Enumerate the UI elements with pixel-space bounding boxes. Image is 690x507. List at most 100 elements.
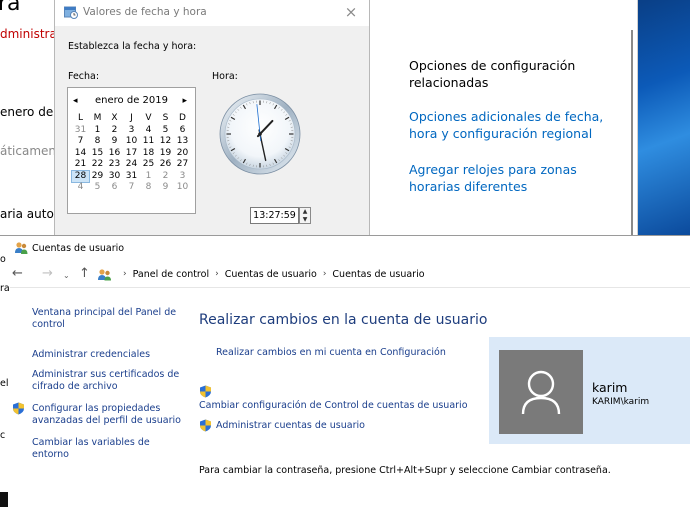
breadcrumb-user-accounts[interactable]: Cuentas de usuario [225, 268, 317, 281]
calendar-day[interactable]: 13 [174, 136, 191, 148]
analog-clock [219, 93, 301, 175]
calendar-weekday-row: LMX J VSD [72, 113, 191, 125]
calendar-day[interactable]: 9 [106, 136, 123, 148]
recent-locations-icon[interactable]: ⌄ [63, 269, 70, 283]
calendar-day[interactable]: 26 [157, 159, 174, 171]
calendar-day[interactable]: 10 [123, 136, 140, 148]
breadcrumb-separator-icon: › [123, 269, 127, 279]
sidebar-item-env-vars[interactable]: Cambiar las variables de entorno [32, 437, 182, 461]
calendar-day[interactable]: 2 [157, 171, 174, 183]
calendar-day[interactable]: 8 [140, 182, 157, 194]
sidebar-item-profile[interactable]: Configurar las propiedades avanzadas del… [32, 403, 182, 427]
avatar [499, 350, 583, 434]
sidebar-item-certificates[interactable]: Administrar sus certificados de cifrado … [32, 369, 182, 393]
background-text-fragment: el [0, 378, 9, 389]
manage-accounts-link[interactable]: Administrar cuentas de usuario [216, 420, 365, 432]
background-text-fragment: ra [0, 283, 10, 294]
calendar-day[interactable]: 15 [89, 148, 106, 160]
calendar-day[interactable]: 1 [140, 171, 157, 183]
settings-scrollbar[interactable] [631, 30, 633, 235]
calendar-day[interactable]: 6 [174, 125, 191, 137]
calendar-day[interactable]: 25 [140, 159, 157, 171]
calendar-day[interactable]: 3 [174, 171, 191, 183]
time-input[interactable]: 13:27:59 [250, 207, 299, 224]
calendar-day[interactable]: 28 [71, 169, 90, 183]
calendar-day[interactable]: 4 [72, 182, 89, 194]
calendar-day[interactable]: 5 [157, 125, 174, 137]
calendar-day[interactable]: 11 [140, 136, 157, 148]
calendar-day[interactable]: 10 [174, 182, 191, 194]
close-icon[interactable]: × [342, 3, 360, 21]
settings-page-title: ra [0, 0, 21, 16]
calendar-weekday: L [77, 113, 83, 123]
up-arrow-icon[interactable]: ↑ [79, 267, 90, 281]
calendar-day[interactable]: 23 [106, 159, 123, 171]
calendar-weekday: S [162, 113, 169, 123]
add-clocks-link[interactable]: Agregar relojes para zonas horarias dife… [409, 161, 624, 195]
calendar-day[interactable]: 4 [140, 125, 157, 137]
dialog-titlebar[interactable]: Valores de fecha y hora × [55, 0, 369, 26]
related-settings-heading: Opciones de configuración relacionadas [409, 58, 576, 90]
time-stepper[interactable]: ▲ ▼ [299, 207, 311, 224]
uac-shield-icon [200, 385, 211, 398]
calendar-weekday: V [145, 113, 152, 123]
dialog-title: Valores de fecha y hora [83, 6, 207, 18]
forward-arrow-icon[interactable]: → [42, 267, 53, 281]
calendar-day[interactable]: 16 [106, 148, 123, 160]
calendar-day[interactable]: 17 [123, 148, 140, 160]
breadcrumb-user-accounts-current[interactable]: Cuentas de usuario [332, 268, 424, 281]
date-time-icon [64, 6, 78, 19]
password-instructions: Para cambiar la contraseña, presione Ctr… [199, 465, 611, 476]
calendar-day[interactable]: 31 [72, 125, 89, 137]
breadcrumb-separator-icon: › [215, 269, 219, 279]
user-account-card: karim KARIM\karim [489, 337, 690, 444]
calendar-day[interactable]: 19 [157, 148, 174, 160]
auto-setting-text: áticament [0, 144, 61, 158]
calendar-day[interactable]: 1 [89, 125, 106, 137]
calendar-day[interactable]: 12 [157, 136, 174, 148]
calendar-day[interactable]: 27 [174, 159, 191, 171]
calendar-day[interactable]: 9 [157, 182, 174, 194]
calendar-day[interactable]: 3 [123, 125, 140, 137]
calendar-day[interactable]: 29 [89, 171, 106, 183]
calendar-week-row: 14 15 16 17 18 19 20 [72, 148, 191, 160]
calendar-day[interactable]: 31 [123, 171, 140, 183]
calendar-day[interactable]: 24 [123, 159, 140, 171]
users-folder-icon [98, 269, 111, 281]
calendar-week-row: 28 29 30 31 1 2 3 [71, 169, 191, 183]
user-account-id: KARIM\karim [592, 397, 650, 407]
spin-up-icon[interactable]: ▲ [300, 208, 310, 216]
date-time-dialog: Valores de fecha y hora × Establezca la … [54, 0, 370, 235]
calendar-day[interactable]: 5 [89, 182, 106, 194]
background-text-fragment: c [0, 430, 6, 441]
calendar-day[interactable]: 21 [72, 159, 89, 171]
settings-account-link[interactable]: Realizar cambios en mi cuenta en Configu… [216, 347, 446, 359]
date-time-prompt: Establezca la fecha y hora: [68, 41, 197, 52]
sidebar-item-credentials[interactable]: Administrar credenciales [32, 349, 182, 361]
calendar-day[interactable]: 30 [106, 171, 123, 183]
spin-down-icon[interactable]: ▼ [300, 216, 310, 224]
users-icon [15, 242, 28, 254]
calendar-week-row: 4 5 6 7 8 9 10 [72, 182, 191, 194]
calendar-day[interactable]: 18 [140, 148, 157, 160]
breadcrumb-control-panel[interactable]: Panel de control [133, 268, 209, 281]
additional-regional-link[interactable]: Opciones adicionales de fecha, hora y co… [409, 108, 624, 142]
uac-shield-icon [200, 419, 211, 432]
calendar-weekday: J [130, 113, 133, 123]
calendar-day[interactable]: 6 [106, 182, 123, 194]
sidebar-item-home[interactable]: Ventana principal del Panel de control [32, 307, 182, 331]
calendar-day[interactable]: 7 [72, 136, 89, 148]
calendar-day[interactable]: 20 [174, 148, 191, 160]
calendar-day[interactable]: 22 [89, 159, 106, 171]
uac-settings-link[interactable]: Cambiar configuración de Control de cuen… [199, 400, 468, 412]
calendar-day[interactable]: 2 [106, 125, 123, 137]
calendar-day[interactable]: 14 [72, 148, 89, 160]
next-month-icon[interactable]: ▸ [182, 94, 187, 108]
calendar-month-label[interactable]: enero de 2019 [68, 94, 195, 108]
back-arrow-icon[interactable]: ← [12, 267, 23, 281]
calendar-weekday: X [111, 113, 118, 123]
calendar-day[interactable]: 7 [123, 182, 140, 194]
window-titlebar[interactable]: Cuentas de usuario [0, 236, 690, 260]
taskbar [0, 492, 8, 507]
calendar-day[interactable]: 8 [89, 136, 106, 148]
